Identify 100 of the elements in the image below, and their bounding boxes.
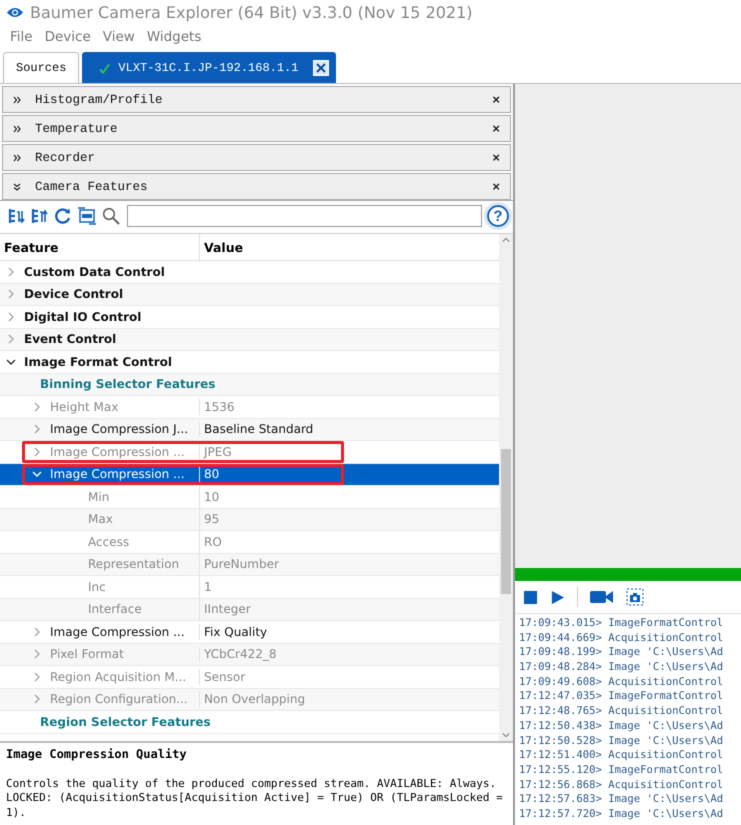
close-button[interactable]: ×	[492, 179, 500, 194]
close-icon[interactable]	[313, 60, 330, 76]
feature-name: Image Format Control	[24, 354, 172, 369]
log-line: 17:12:50.438> Image 'C:\Users\Ad	[519, 720, 724, 734]
log-line: 17:09:49.608> AcquisitionControl	[519, 676, 724, 690]
scrollbar[interactable]	[499, 234, 513, 741]
feature-name: Image Compression J...	[50, 422, 188, 436]
video-camera-icon[interactable]	[590, 589, 614, 605]
log-line: 17:12:57.683> Image 'C:\Users\Ad	[519, 793, 724, 808]
feature-name: Inc	[88, 580, 106, 594]
feature-value: Baseline Standard	[199, 422, 314, 437]
tree-row[interactable]: Access RO	[0, 531, 499, 554]
tree-row[interactable]: Image Compression ... 80	[0, 464, 499, 486]
window-title: Baumer Camera Explorer (64 Bit) v3.3.0 (Nov 15 2021)	[30, 2, 473, 22]
tree-row[interactable]: Min 10	[0, 486, 499, 508]
feature-name: Height Max	[50, 400, 118, 414]
feature-name: Image Compression ...	[50, 467, 185, 482]
feature-name: Device Control	[24, 287, 124, 302]
tree-row[interactable]: Image Compression J... Baseline Standard	[0, 418, 499, 441]
feature-value: 10	[199, 486, 220, 508]
tab[interactable]: Sources	[3, 52, 80, 83]
tree-row[interactable]: Max 95	[0, 508, 499, 531]
close-button[interactable]: ×	[492, 121, 500, 136]
feature-name: Custom Data Control	[24, 264, 165, 279]
menu-item[interactable]: Device	[44, 29, 91, 45]
column-header[interactable]: Value	[200, 234, 244, 260]
feature-value: YCbCr422_8	[199, 646, 277, 662]
close-button[interactable]: ×	[492, 92, 500, 107]
feature-value: Non Overlapping	[199, 692, 306, 707]
tab-label: VLXT-31C.I.JP-192.168.1.1	[118, 61, 300, 75]
tree-row[interactable]: Inc 1	[0, 576, 499, 598]
tree-row[interactable]: Binning Selector Features	[0, 374, 499, 396]
scroll-down-icon[interactable]	[502, 732, 510, 738]
play-icon[interactable]	[550, 590, 565, 604]
refresh-icon[interactable]	[54, 207, 72, 225]
chevron-icon[interactable]	[6, 356, 16, 367]
feature-value: 1	[199, 576, 212, 598]
tree-row[interactable]: Interface IInteger	[0, 598, 499, 621]
column-header[interactable]: Feature	[0, 234, 200, 260]
panel-header[interactable]: Temperature ×	[2, 115, 511, 142]
feature-name: Region Selector Features	[40, 714, 211, 729]
feature-value: Sensor	[199, 669, 246, 684]
panel-header[interactable]: Recorder ×	[2, 144, 511, 171]
tab[interactable]: VLXT-31C.I.JP-192.168.1.1	[82, 52, 336, 83]
tree-row[interactable]: Image Compression ... Fix Quality	[0, 621, 499, 644]
feature-value: RO	[199, 531, 222, 552]
scroll-thumb[interactable]	[501, 448, 511, 594]
menu-item[interactable]: View	[102, 29, 135, 45]
description-text: Controls the quality of the produced compressed stream. AVAILABLE: Always. LOCKED: (AcquisitionStatus[Acquisition Active] = True) OR (TLParamsLocked = 1).	[6, 777, 504, 820]
scroll-up-icon[interactable]	[502, 237, 510, 243]
log-line: 17:12:47.035> ImageFormatControl	[519, 690, 724, 704]
description-title: Image Compression Quality	[6, 747, 188, 761]
expand-all-icon[interactable]	[8, 207, 26, 225]
feature-name: Pixel Format	[50, 647, 124, 662]
menu-item[interactable]: File	[10, 29, 33, 45]
feature-value: IInteger	[199, 598, 251, 620]
menu-item[interactable]: Widgets	[146, 29, 202, 45]
feature-value: 1536	[199, 399, 235, 414]
close-button[interactable]: ×	[492, 150, 500, 165]
feature-name: Min	[88, 490, 110, 504]
tree-row[interactable]: Device Control	[0, 284, 499, 306]
feature-name: Event Control	[24, 332, 116, 346]
chevron-icon[interactable]	[32, 469, 42, 480]
feature-name: Access	[88, 534, 130, 549]
tab-label: Sources	[16, 61, 66, 75]
search-icon[interactable]	[102, 207, 120, 225]
tree-row[interactable]: Representation PureNumber	[0, 554, 499, 576]
log-line: 17:12:50.528> Image 'C:\Users\Ad	[519, 734, 724, 748]
feature-name: Image Compression ...	[50, 624, 185, 639]
snapshot-icon[interactable]	[626, 588, 644, 606]
search-field[interactable]	[127, 205, 482, 227]
log-line: 17:12:51.400> AcquisitionControl	[519, 749, 724, 764]
feature-value: PureNumber	[199, 554, 279, 575]
feature-name: Max	[88, 512, 113, 526]
feature-name: Image Compression ...	[50, 444, 185, 459]
log-line: 17:09:48.284> Image 'C:\Users\Ad	[519, 661, 724, 676]
log-line: 17:09:43.015> ImageFormatControl	[519, 617, 724, 631]
feature-value: 95	[199, 508, 220, 530]
feature-name: Region Acquisition M...	[50, 670, 186, 684]
collapse-all-icon[interactable]	[31, 207, 49, 225]
panel-title: Histogram/Profile	[35, 92, 164, 106]
feature-name: Region Configuration...	[50, 692, 188, 706]
log-line: 17:12:55.120> ImageFormatControl	[519, 764, 724, 778]
feature-name: Binning Selector Features	[40, 377, 216, 392]
log-line: 17:09:48.199> Image 'C:\Users\Ad	[519, 646, 724, 660]
help-button[interactable]: ?	[487, 205, 509, 227]
document-arrows-icon[interactable]	[77, 207, 97, 225]
feature-value: JPEG	[199, 444, 232, 460]
panel-title: Recorder	[35, 150, 96, 164]
log-line: 17:12:56.868> AcquisitionControl	[519, 778, 724, 793]
log-line: 17:12:57.720> Image 'C:\Users\Ad	[519, 808, 724, 822]
panel-header[interactable]: Histogram/Profile ×	[2, 86, 511, 113]
eye-icon	[6, 6, 24, 18]
stop-icon[interactable]	[523, 590, 538, 604]
panel-title: Camera Features	[35, 180, 149, 194]
feature-name: Interface	[88, 602, 142, 616]
panel-title: Temperature	[35, 122, 119, 136]
tree-row[interactable]: Event Control	[0, 328, 499, 351]
panel-header[interactable]: Camera Features ×	[2, 173, 511, 200]
feature-name: Digital IO Control	[24, 310, 142, 324]
